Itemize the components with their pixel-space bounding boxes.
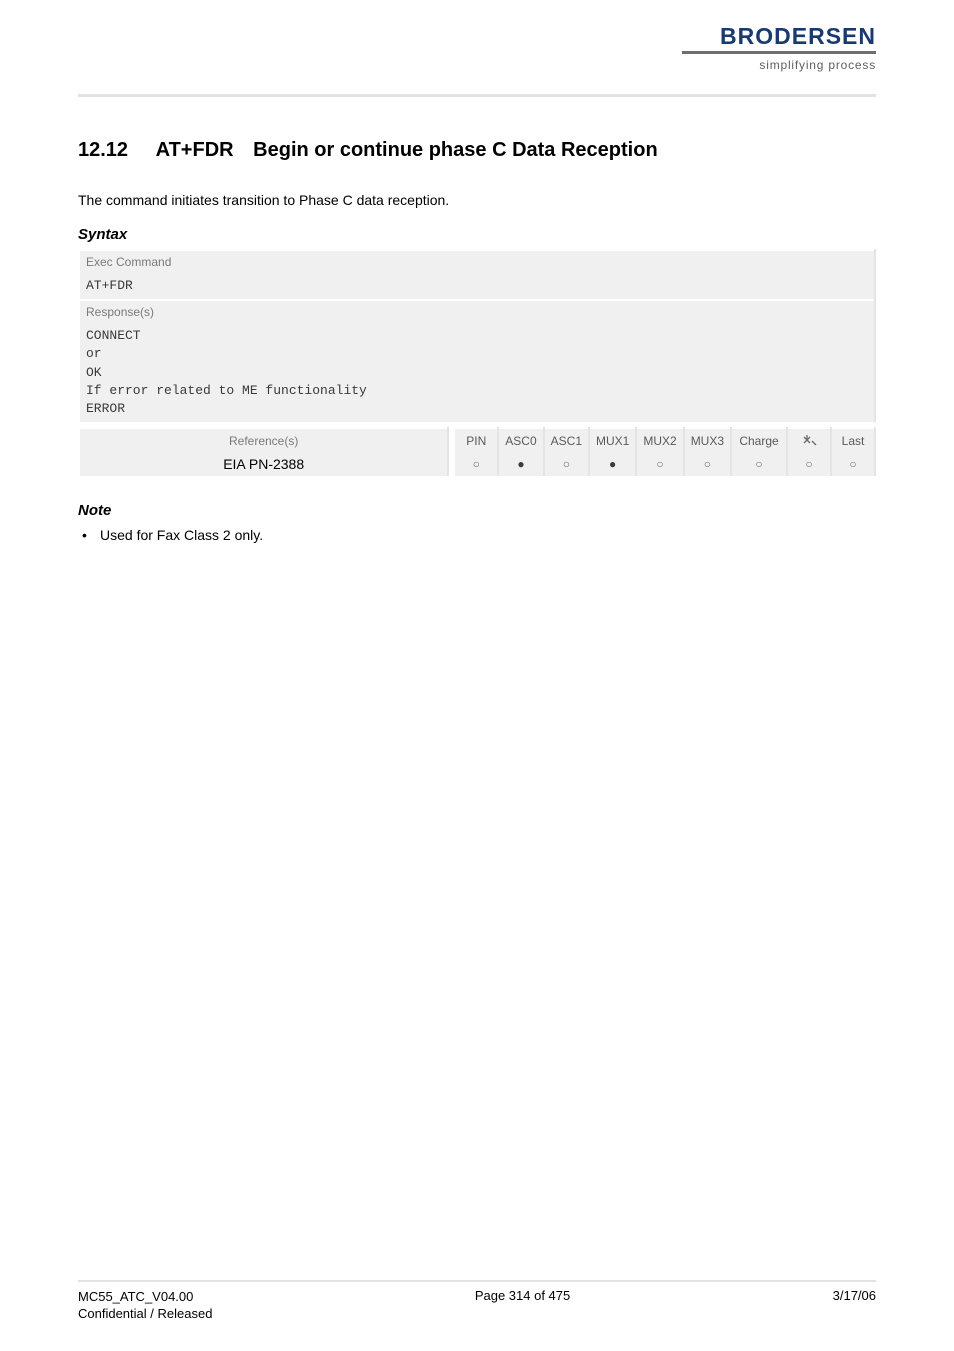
- note-list: Used for Fax Class 2 only.: [78, 527, 876, 543]
- syntax-heading: Syntax: [78, 226, 876, 243]
- flag-last: ○: [831, 452, 875, 476]
- flag-head-mux3: MUX3: [684, 428, 731, 452]
- flag-asc0: ●: [498, 452, 543, 476]
- reference-value: EIA PN-2388: [79, 452, 448, 476]
- flag-head-last: Last: [831, 428, 875, 452]
- flag-mux2: ○: [636, 452, 683, 476]
- section-heading: 12.12 AT+FDR Begin or continue phase C D…: [78, 139, 876, 162]
- flag-tool: ○: [787, 452, 831, 476]
- logo-tagline: simplifying process: [682, 58, 876, 72]
- exec-command-value: AT+FDR: [79, 273, 875, 300]
- brand-logo: BRODERSEN simplifying process: [682, 25, 876, 72]
- flag-head-mux2: MUX2: [636, 428, 683, 452]
- footer-rule: [78, 1280, 876, 1282]
- flag-head-asc1: ASC1: [544, 428, 589, 452]
- exec-command-label: Exec Command: [79, 250, 875, 273]
- note-heading: Note: [78, 502, 876, 519]
- logo-underline: [682, 51, 876, 54]
- header-rule: [78, 94, 876, 97]
- flag-mux3: ○: [684, 452, 731, 476]
- flag-head-tool-icon: [787, 428, 831, 452]
- intro-paragraph: The command initiates transition to Phas…: [78, 192, 876, 208]
- flag-mux1: ●: [589, 452, 636, 476]
- footer-confidentiality: Confidential / Released: [78, 1306, 212, 1321]
- footer-date: 3/17/06: [833, 1288, 876, 1323]
- response-value: CONNECT or OK If error related to ME fun…: [79, 323, 875, 422]
- syntax-table: Exec Command AT+FDR Response(s) CONNECT …: [78, 249, 876, 476]
- flag-head-pin: PIN: [454, 428, 498, 452]
- reference-label: Reference(s): [79, 428, 448, 452]
- flag-asc1: ○: [544, 452, 589, 476]
- footer-page-number: Page 314 of 475: [475, 1288, 570, 1323]
- footer-doc-id: MC55_ATC_V04.00: [78, 1289, 193, 1304]
- flag-head-mux1: MUX1: [589, 428, 636, 452]
- flag-head-asc0: ASC0: [498, 428, 543, 452]
- footer-left: MC55_ATC_V04.00 Confidential / Released: [78, 1288, 212, 1323]
- section-title: Begin or continue phase C Data Reception: [253, 139, 658, 161]
- flag-head-charge: Charge: [731, 428, 787, 452]
- note-item: Used for Fax Class 2 only.: [78, 527, 876, 543]
- tool-icon: [801, 434, 817, 448]
- response-label: Response(s): [79, 300, 875, 323]
- logo-name: BRODERSEN: [682, 25, 876, 48]
- page-header: BRODERSEN simplifying process: [78, 0, 876, 90]
- page-footer: MC55_ATC_V04.00 Confidential / Released …: [78, 1280, 876, 1323]
- section-command: AT+FDR: [156, 139, 234, 162]
- section-number: 12.12: [78, 139, 128, 162]
- flag-charge: ○: [731, 452, 787, 476]
- flag-pin: ○: [454, 452, 498, 476]
